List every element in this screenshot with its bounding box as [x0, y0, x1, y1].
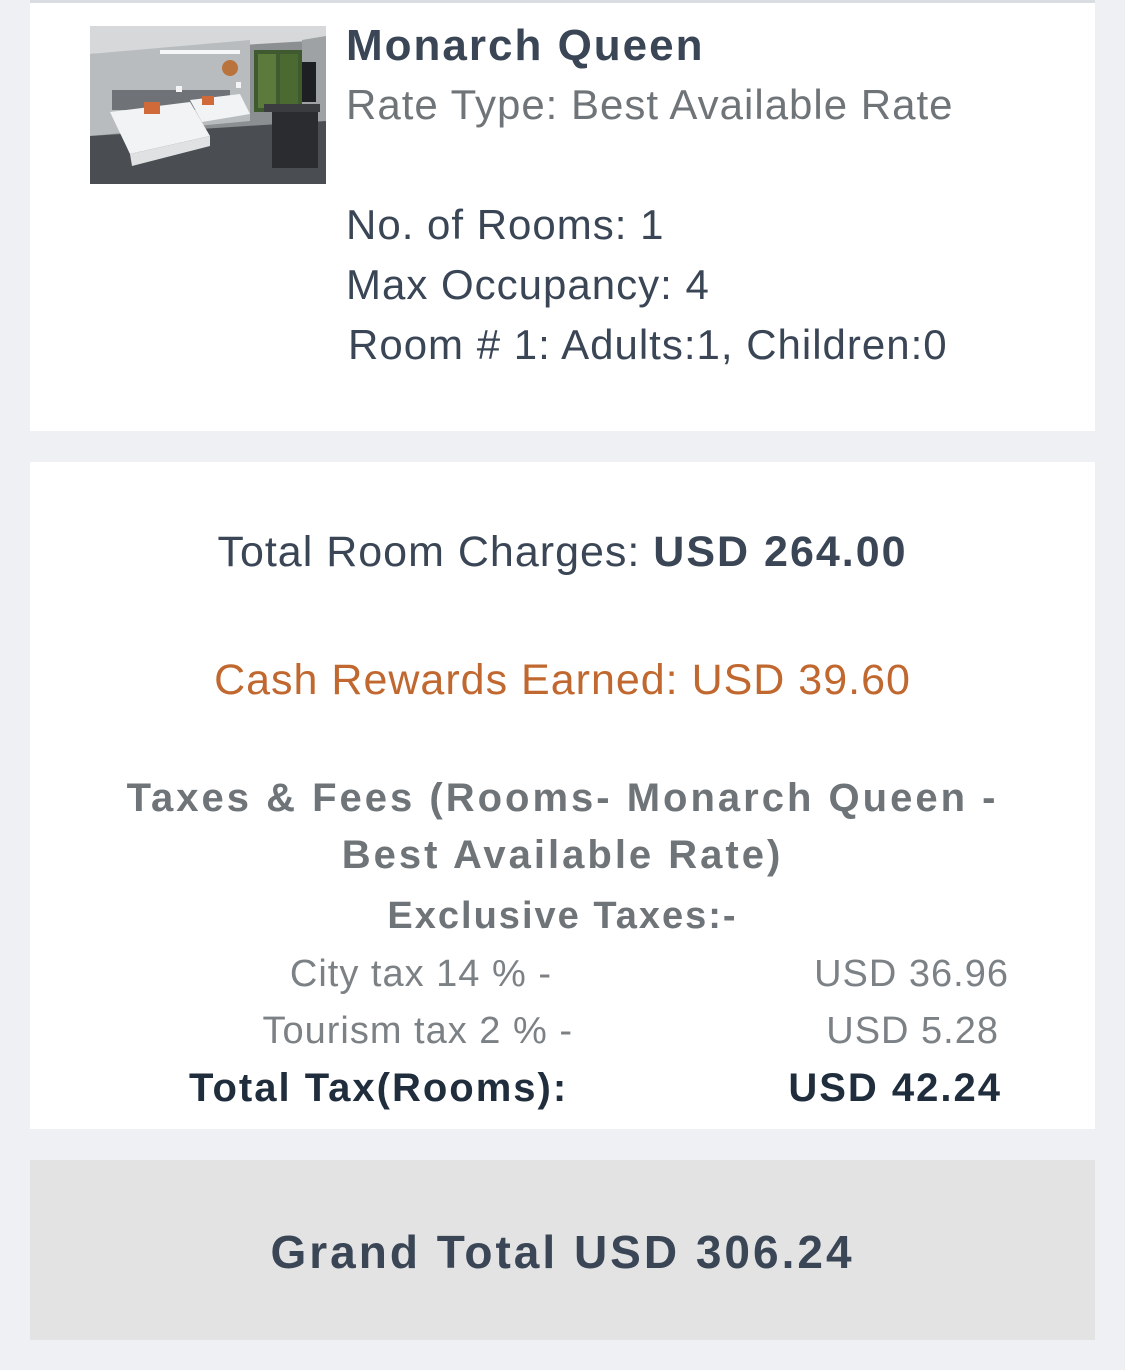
- tourism-tax-label: Tourism tax 2 % -: [262, 1010, 573, 1052]
- cash-rewards-earned: Cash Rewards Earned: USD 39.60: [214, 656, 911, 704]
- total-room-charges-label: Total Room Charges:: [217, 528, 654, 576]
- total-room-charges: Total Room Charges: USD 264.00: [30, 528, 1095, 577]
- total-room-charges-value: USD 264.00: [653, 528, 908, 576]
- tourism-tax-amount: USD 5.28: [826, 1010, 999, 1052]
- room-guests: Room # 1: Adults:1, Children:0: [348, 321, 948, 368]
- hotel-room-photo: [90, 26, 326, 184]
- taxes-fees-title-line1: Taxes & Fees (Rooms- Monarch Queen -: [126, 776, 999, 820]
- max-occupancy: Max Occupancy: 4: [346, 261, 710, 308]
- total-tax-amount: USD 42.24: [788, 1066, 1002, 1110]
- number-of-rooms: No. of Rooms: 1: [346, 201, 665, 248]
- taxes-fees-title: Taxes & Fees (Rooms- Monarch Queen - Bes…: [30, 770, 1095, 884]
- room-summary-card: Monarch Queen Rate Type: Best Available …: [30, 3, 1095, 431]
- exclusive-taxes-heading: Exclusive Taxes:-: [387, 895, 738, 937]
- grand-total: Grand Total USD 306.24: [270, 1226, 855, 1278]
- room-title: Monarch Queen: [346, 21, 705, 70]
- city-tax-amount: USD 36.96: [814, 953, 1009, 995]
- rate-type: Rate Type: Best Available Rate: [346, 81, 954, 128]
- taxes-fees-title-line2: Best Available Rate): [341, 833, 784, 877]
- city-tax-label: City tax 14 % -: [289, 953, 552, 995]
- total-tax-label: Total Tax(Rooms):: [189, 1066, 569, 1110]
